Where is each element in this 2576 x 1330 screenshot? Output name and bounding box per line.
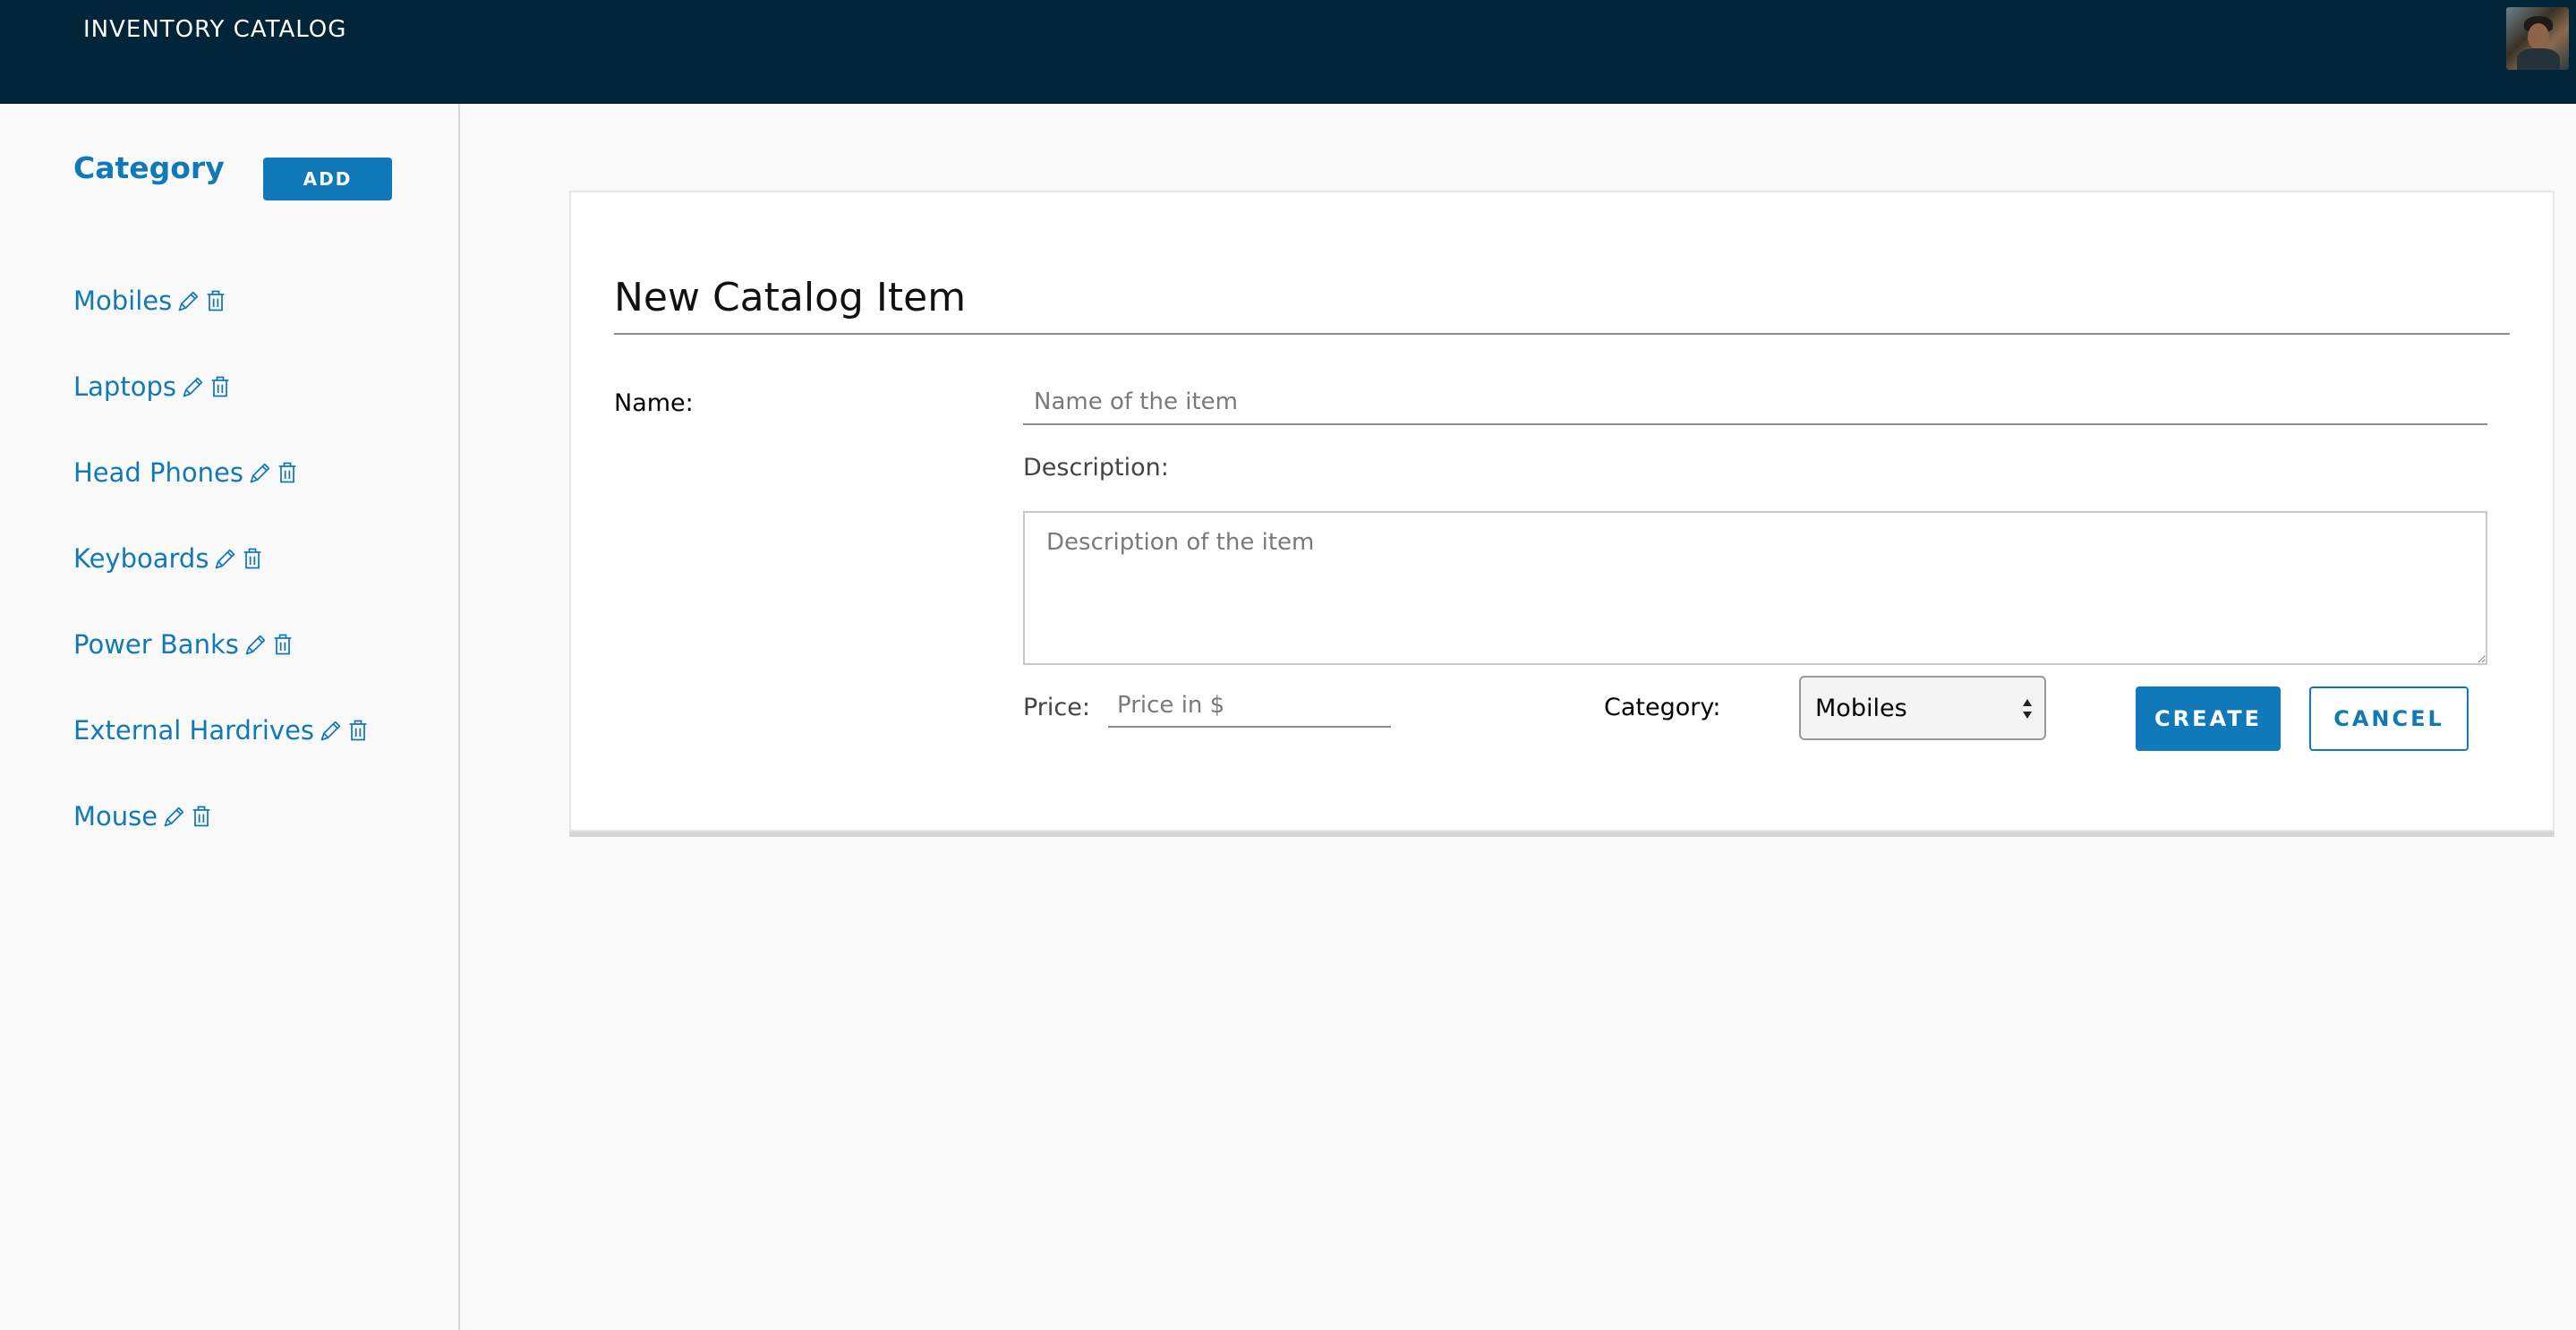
category-sidebar: Category ADD Mobiles Laptops Head Phones… — [0, 104, 460, 1330]
trash-icon[interactable] — [274, 458, 301, 487]
name-input[interactable] — [1023, 380, 2487, 425]
trash-icon[interactable] — [202, 286, 229, 315]
user-avatar[interactable] — [2506, 7, 2569, 70]
category-link[interactable]: External Hardrives — [73, 715, 314, 746]
category-select-value: Mobiles — [1815, 694, 1907, 722]
category-heading: Category — [73, 150, 225, 185]
category-select[interactable]: Mobiles — [1799, 676, 2046, 740]
cancel-button[interactable]: CANCEL — [2309, 686, 2469, 751]
category-link[interactable]: Laptops — [73, 371, 176, 402]
description-textarea[interactable] — [1023, 511, 2487, 665]
category-link[interactable]: Mobiles — [73, 286, 172, 316]
category-link[interactable]: Power Banks — [73, 629, 239, 660]
pencil-icon[interactable] — [247, 458, 274, 487]
category-link[interactable]: Mouse — [73, 801, 158, 831]
pencil-icon[interactable] — [318, 716, 345, 745]
trash-icon[interactable] — [345, 716, 371, 745]
category-item-external-hardrives: External Hardrives — [73, 687, 371, 773]
category-item-mouse: Mouse — [73, 773, 371, 859]
create-button[interactable]: CREATE — [2136, 686, 2281, 751]
category-link[interactable]: Head Phones — [73, 457, 243, 488]
price-label: Price: — [1023, 694, 1090, 721]
category-item-power-banks: Power Banks — [73, 601, 371, 687]
pencil-icon[interactable] — [175, 286, 202, 315]
title-divider — [614, 333, 2510, 335]
new-item-card: New Catalog Item Name: Description: Pric… — [569, 191, 2555, 831]
category-item-mobiles: Mobiles — [73, 258, 371, 344]
description-label: Description: — [1023, 454, 1169, 482]
trash-icon[interactable] — [269, 630, 296, 659]
pencil-icon[interactable] — [161, 802, 188, 831]
category-list: Mobiles Laptops Head Phones Keyboards Po… — [73, 258, 371, 859]
select-arrows-icon — [2023, 699, 2032, 719]
trash-icon[interactable] — [239, 544, 266, 573]
price-input[interactable] — [1108, 685, 1391, 728]
form-title: New Catalog Item — [614, 275, 967, 320]
pencil-icon[interactable] — [180, 372, 207, 401]
pencil-icon[interactable] — [212, 544, 239, 573]
category-item-head-phones: Head Phones — [73, 430, 371, 516]
category-item-keyboards: Keyboards — [73, 516, 371, 601]
top-header: INVENTORY CATALOG — [0, 0, 2576, 104]
name-label: Name: — [614, 389, 694, 417]
trash-icon[interactable] — [188, 802, 215, 831]
category-link[interactable]: Keyboards — [73, 543, 209, 574]
app-title: INVENTORY CATALOG — [83, 16, 347, 43]
avatar-face — [2528, 23, 2549, 50]
avatar-body — [2517, 48, 2560, 70]
category-item-laptops: Laptops — [73, 344, 371, 430]
trash-icon[interactable] — [207, 372, 234, 401]
add-category-button[interactable]: ADD — [263, 158, 392, 200]
category-label: Category: — [1604, 694, 1721, 721]
pencil-icon[interactable] — [243, 630, 269, 659]
